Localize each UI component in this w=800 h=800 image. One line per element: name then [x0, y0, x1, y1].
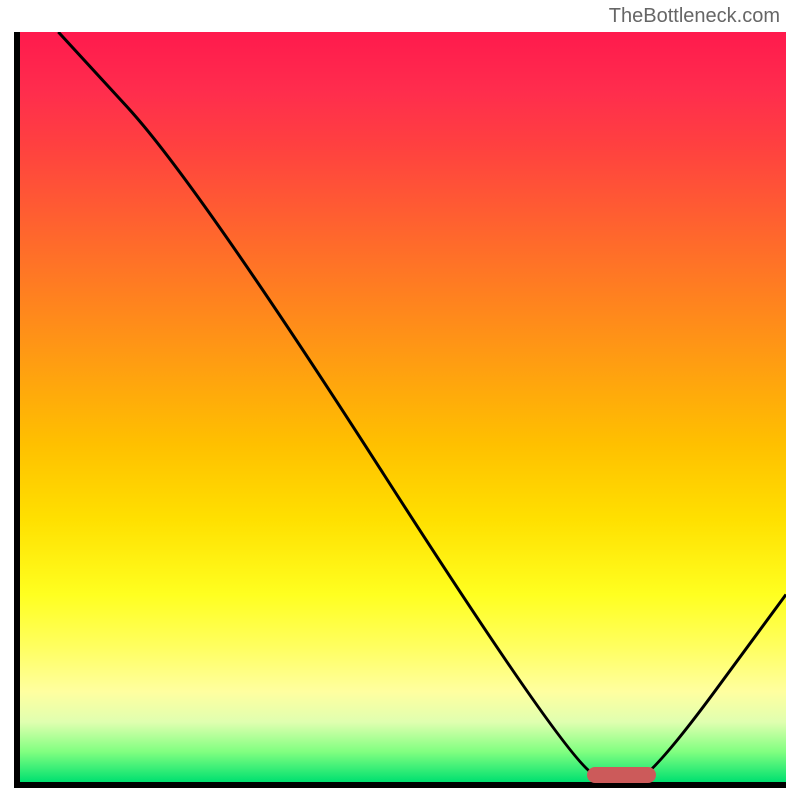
attribution-text: TheBottleneck.com: [609, 5, 780, 28]
optimal-marker: [587, 767, 656, 783]
chart-frame: [14, 32, 786, 788]
chart-background-gradient: [20, 32, 786, 782]
